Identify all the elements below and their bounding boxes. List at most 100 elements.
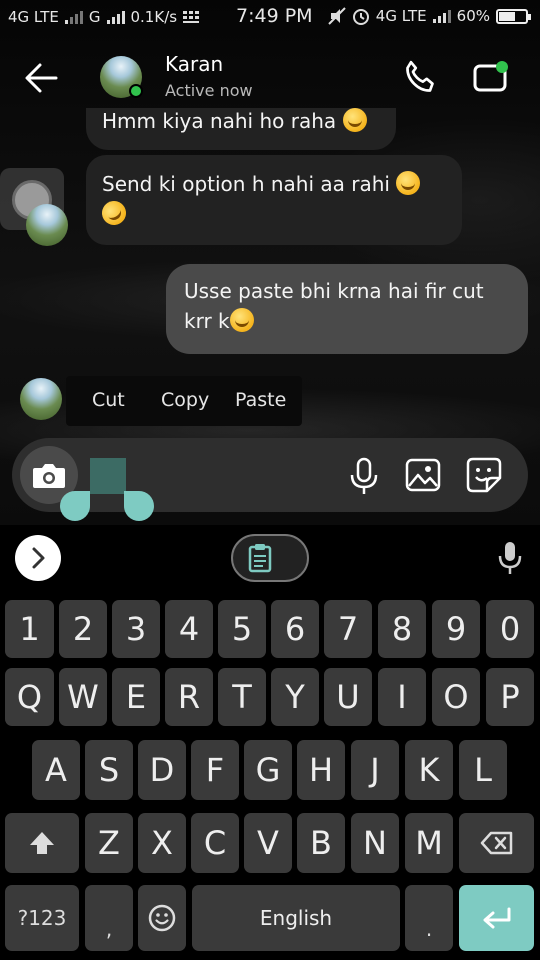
online-indicator xyxy=(129,84,143,98)
phone-icon xyxy=(406,60,434,92)
comma-key[interactable]: , xyxy=(85,885,133,951)
key-1[interactable]: 1 xyxy=(5,600,54,658)
message-incoming-1[interactable]: Hmm kiya nahi ho raha xyxy=(86,108,396,150)
selection-handle-left[interactable] xyxy=(60,491,90,521)
back-arrow-icon xyxy=(25,63,58,93)
voice-message-button[interactable] xyxy=(346,456,382,496)
key-x[interactable]: X xyxy=(138,813,186,873)
battery-percent: 60% xyxy=(456,7,490,25)
clock: 7:49 PM xyxy=(236,5,313,27)
key-8[interactable]: 8 xyxy=(378,600,426,658)
status-right: 4G LTE 60% xyxy=(328,7,531,25)
key-n[interactable]: N xyxy=(351,813,399,873)
key-l[interactable]: L xyxy=(459,740,507,800)
enter-icon xyxy=(483,907,510,929)
backspace-icon xyxy=(480,831,512,855)
key-3[interactable]: 3 xyxy=(112,600,160,658)
mute-icon xyxy=(328,7,346,25)
key-6[interactable]: 6 xyxy=(271,600,319,658)
space-key[interactable]: English xyxy=(192,885,400,951)
voice-call-button[interactable] xyxy=(400,58,440,98)
key-p[interactable]: P xyxy=(486,668,534,726)
key-7[interactable]: 7 xyxy=(324,600,372,658)
message-text-3: Usse paste bhi krna hai fir cut krr k xyxy=(184,276,514,336)
key-i[interactable]: I xyxy=(378,668,426,726)
key-2[interactable]: 2 xyxy=(59,600,107,658)
key-m[interactable]: M xyxy=(405,813,453,873)
key-u[interactable]: U xyxy=(324,668,372,726)
selection-handle-right[interactable] xyxy=(124,491,154,521)
status-left: 4G LTE G 0.1K/s xyxy=(8,8,200,26)
sender-avatar[interactable] xyxy=(26,204,68,246)
sticker-button[interactable] xyxy=(465,456,503,494)
clipboard-button[interactable] xyxy=(231,534,309,582)
keyboard-voice-button[interactable] xyxy=(496,540,524,576)
key-k[interactable]: K xyxy=(405,740,453,800)
cut-option[interactable]: Cut xyxy=(92,389,125,411)
alarm-icon xyxy=(352,9,369,25)
key-c[interactable]: C xyxy=(191,813,239,873)
key-y[interactable]: Y xyxy=(271,668,319,726)
chevron-right-icon xyxy=(32,547,45,569)
text-context-menu: Cut Copy Paste xyxy=(66,376,302,426)
enter-key[interactable] xyxy=(459,885,534,951)
video-icon xyxy=(473,61,508,92)
key-q[interactable]: Q xyxy=(5,668,54,726)
message-outgoing-1[interactable]: Usse paste bhi krna hai fir cut krr k xyxy=(166,264,528,354)
copy-option[interactable]: Copy xyxy=(161,389,209,411)
key-w[interactable]: W xyxy=(59,668,107,726)
contact-status: Active now xyxy=(165,81,253,100)
key-t[interactable]: T xyxy=(218,668,266,726)
message-incoming-2[interactable]: Send ki option h nahi aa rahi xyxy=(86,155,462,245)
network-mid-label: G xyxy=(88,8,101,26)
key-0[interactable]: 0 xyxy=(486,600,534,658)
key-a[interactable]: A xyxy=(32,740,80,800)
key-g[interactable]: G xyxy=(244,740,292,800)
key-9[interactable]: 9 xyxy=(432,600,480,658)
text-input[interactable] xyxy=(90,458,126,494)
key-d[interactable]: D xyxy=(138,740,186,800)
keyboard-expand-button[interactable] xyxy=(15,535,61,581)
network-right-label: 4G LTE xyxy=(375,7,427,25)
typing-avatar xyxy=(20,378,62,420)
key-5[interactable]: 5 xyxy=(218,600,266,658)
message-text-1: Hmm kiya nahi ho raha xyxy=(102,106,367,136)
clipboard-icon xyxy=(248,544,272,573)
video-call-button[interactable] xyxy=(472,58,514,98)
shift-key[interactable] xyxy=(5,813,79,873)
key-s[interactable]: S xyxy=(85,740,133,800)
back-button[interactable] xyxy=(22,58,62,98)
microphone-icon xyxy=(498,542,522,574)
smiling-face-icon xyxy=(229,308,254,332)
key-4[interactable]: 4 xyxy=(165,600,213,658)
key-v[interactable]: V xyxy=(244,813,292,873)
paste-option[interactable]: Paste xyxy=(235,389,286,411)
battery-icon xyxy=(496,8,531,24)
key-f[interactable]: F xyxy=(191,740,239,800)
message-text-line-1: Usse paste bhi krna hai fir cut xyxy=(184,279,484,303)
key-b[interactable]: B xyxy=(297,813,345,873)
backspace-key[interactable] xyxy=(459,813,534,873)
message-text-content-2: Send ki option h nahi aa rahi xyxy=(102,172,390,196)
key-j[interactable]: J xyxy=(351,740,399,800)
signal-icon-3 xyxy=(432,9,451,23)
period-key[interactable]: . xyxy=(405,885,453,951)
smiling-face-icon xyxy=(396,171,421,195)
key-e[interactable]: E xyxy=(112,668,160,726)
signal-icon-2 xyxy=(106,10,125,24)
gallery-button[interactable] xyxy=(404,456,442,494)
emoji-key[interactable] xyxy=(138,885,186,951)
key-r[interactable]: R xyxy=(165,668,213,726)
battery-fill xyxy=(499,11,515,21)
contact-name[interactable]: Karan xyxy=(165,52,223,76)
network-label: 4G LTE xyxy=(8,8,59,26)
key-h[interactable]: H xyxy=(297,740,345,800)
message-text-content-1: Hmm kiya nahi ho raha xyxy=(102,109,337,133)
image-icon xyxy=(405,458,441,492)
key-z[interactable]: Z xyxy=(85,813,133,873)
symbols-key[interactable]: ?123 xyxy=(5,885,79,951)
microphone-icon xyxy=(350,457,378,494)
key-o[interactable]: O xyxy=(432,668,480,726)
signal-icon xyxy=(64,10,83,24)
message-text-2: Send ki option h nahi aa rahi xyxy=(97,169,452,230)
